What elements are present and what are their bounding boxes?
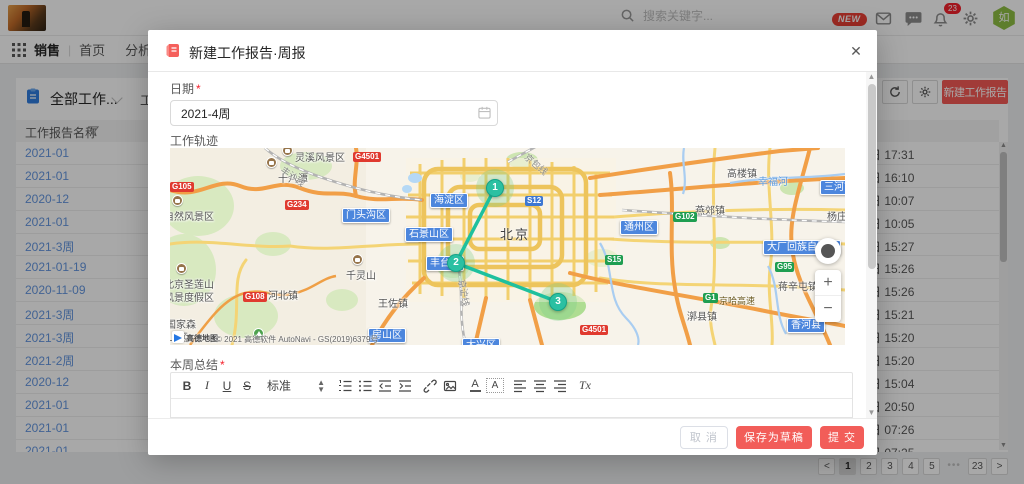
map-label: 燕郊镇 bbox=[695, 202, 725, 217]
map-label: 千灵山 bbox=[346, 267, 376, 282]
align-center-button[interactable] bbox=[531, 376, 549, 396]
route-marker-1[interactable]: 1 bbox=[486, 179, 504, 197]
modal-footer: 取 消 保存为草稿 提 交 bbox=[148, 418, 877, 455]
track-label: 工作轨迹 bbox=[170, 132, 218, 149]
map-poi-icon bbox=[172, 195, 183, 206]
map-label: 门头沟区 bbox=[342, 208, 390, 223]
scroll-down-icon[interactable]: ▼ bbox=[866, 408, 877, 418]
map-label: 大兴区 bbox=[462, 338, 500, 345]
bullet-list-button[interactable] bbox=[356, 376, 374, 396]
map-label: 王佐镇 bbox=[378, 295, 408, 310]
map-label: 京哈高速 bbox=[719, 294, 755, 307]
amap-logo-icon bbox=[172, 331, 184, 343]
map-label: 灵溪风景区 bbox=[295, 149, 345, 164]
map-label: 石景山区 bbox=[405, 227, 453, 242]
ordered-list-button[interactable] bbox=[336, 376, 354, 396]
underline-button[interactable]: U bbox=[218, 376, 236, 396]
map-label: 蒋辛屯镇 bbox=[778, 278, 818, 293]
map-label: 通州区 bbox=[620, 220, 658, 235]
italic-button[interactable]: I bbox=[198, 376, 216, 396]
align-left-button[interactable] bbox=[511, 376, 529, 396]
map-label: 杨庄镇 bbox=[827, 208, 845, 223]
scroll-up-icon[interactable]: ▲ bbox=[866, 72, 877, 82]
editor-content[interactable] bbox=[171, 399, 852, 418]
map-label: 高楼镇 bbox=[727, 165, 757, 180]
map-label: 幸福河 bbox=[758, 173, 788, 188]
map-label: G95 bbox=[775, 262, 794, 272]
save-draft-button[interactable]: 保存为草稿 bbox=[736, 426, 812, 449]
map-attribution: © 2021 高德软件 AutoNavi - GS(2019)6379号 bbox=[216, 334, 378, 345]
zoom-in-button[interactable]: + bbox=[815, 270, 841, 296]
report-icon bbox=[165, 43, 181, 59]
summary-label: 本周总结* bbox=[170, 356, 225, 373]
map-label: G1 bbox=[703, 293, 718, 303]
route-marker-3[interactable]: 3 bbox=[549, 293, 567, 311]
map-label: S15 bbox=[605, 255, 623, 265]
required-mark: * bbox=[196, 82, 201, 96]
map-label: 自然风景区 bbox=[170, 208, 214, 223]
zoom-out-button[interactable]: − bbox=[815, 296, 841, 322]
map-zoom-control: + − bbox=[815, 270, 841, 322]
map-label: G105 bbox=[170, 182, 194, 192]
summary-editor: B I U S 标准 ▲▼ A A Tx bbox=[170, 372, 853, 418]
map-label: 漷县镇 bbox=[687, 308, 717, 323]
highlight-color-button[interactable]: A bbox=[486, 378, 504, 393]
map-poi-icon bbox=[352, 254, 363, 265]
date-input[interactable] bbox=[170, 100, 498, 126]
modal-title: 新建工作报告·周报 bbox=[189, 43, 306, 63]
screen: NEW 23 如 销售 | 首页 分析 线 全部工作... 工作... bbox=[0, 0, 1024, 484]
close-icon[interactable]: ✕ bbox=[846, 41, 866, 61]
map-poi-icon bbox=[176, 263, 187, 274]
required-mark: * bbox=[220, 358, 225, 372]
image-button[interactable] bbox=[441, 376, 459, 396]
text-color-button[interactable]: A bbox=[466, 376, 484, 396]
map-label: 风景度假区 bbox=[170, 289, 214, 304]
modal-header: 新建工作报告·周报 ✕ bbox=[148, 30, 877, 72]
map-label: 北京 bbox=[500, 224, 530, 243]
outdent-button[interactable] bbox=[376, 376, 394, 396]
map-label: G102 bbox=[673, 212, 697, 222]
amap-logo-text: 高德地图 bbox=[186, 333, 218, 344]
new-report-modal: 新建工作报告·周报 ✕ 日期* 工作轨迹 bbox=[148, 30, 877, 455]
updown-icon: ▲▼ bbox=[317, 379, 325, 393]
map-label: G108 bbox=[243, 292, 267, 302]
editor-toolbar: B I U S 标准 ▲▼ A A Tx bbox=[171, 373, 852, 399]
align-right-button[interactable] bbox=[551, 376, 569, 396]
strikethrough-button[interactable]: S bbox=[238, 376, 256, 396]
cancel-button[interactable]: 取 消 bbox=[680, 426, 728, 449]
work-track-map[interactable]: 北京海淀区石景山区门头沟区丰台区通州区三河市大厂回族自治县香河县房山区大兴区灵溪… bbox=[170, 148, 845, 345]
bold-button[interactable]: B bbox=[178, 376, 196, 396]
clear-format-button[interactable]: Tx bbox=[576, 376, 594, 396]
map-label: S12 bbox=[525, 196, 543, 206]
indent-button[interactable] bbox=[396, 376, 414, 396]
map-label: 海淀区 bbox=[430, 193, 468, 208]
map-poi-icon bbox=[266, 157, 277, 168]
scrollbar-thumb[interactable] bbox=[868, 84, 876, 269]
modal-scrollbar[interactable]: ▲ ▼ bbox=[866, 72, 877, 418]
link-button[interactable] bbox=[421, 376, 439, 396]
map-label: 河北镇 bbox=[268, 287, 298, 302]
calendar-icon[interactable] bbox=[478, 106, 491, 119]
map-label: 三河市 bbox=[820, 180, 845, 195]
route-marker-2[interactable]: 2 bbox=[447, 254, 465, 272]
font-size-select[interactable]: 标准 ▲▼ bbox=[267, 377, 325, 394]
submit-button[interactable]: 提 交 bbox=[820, 426, 864, 449]
map-mode-button[interactable] bbox=[815, 238, 841, 264]
map-label: G4501 bbox=[353, 152, 381, 162]
map-label: G4501 bbox=[580, 325, 608, 335]
map-label: G234 bbox=[285, 200, 309, 210]
date-label: 日期* bbox=[170, 80, 201, 97]
